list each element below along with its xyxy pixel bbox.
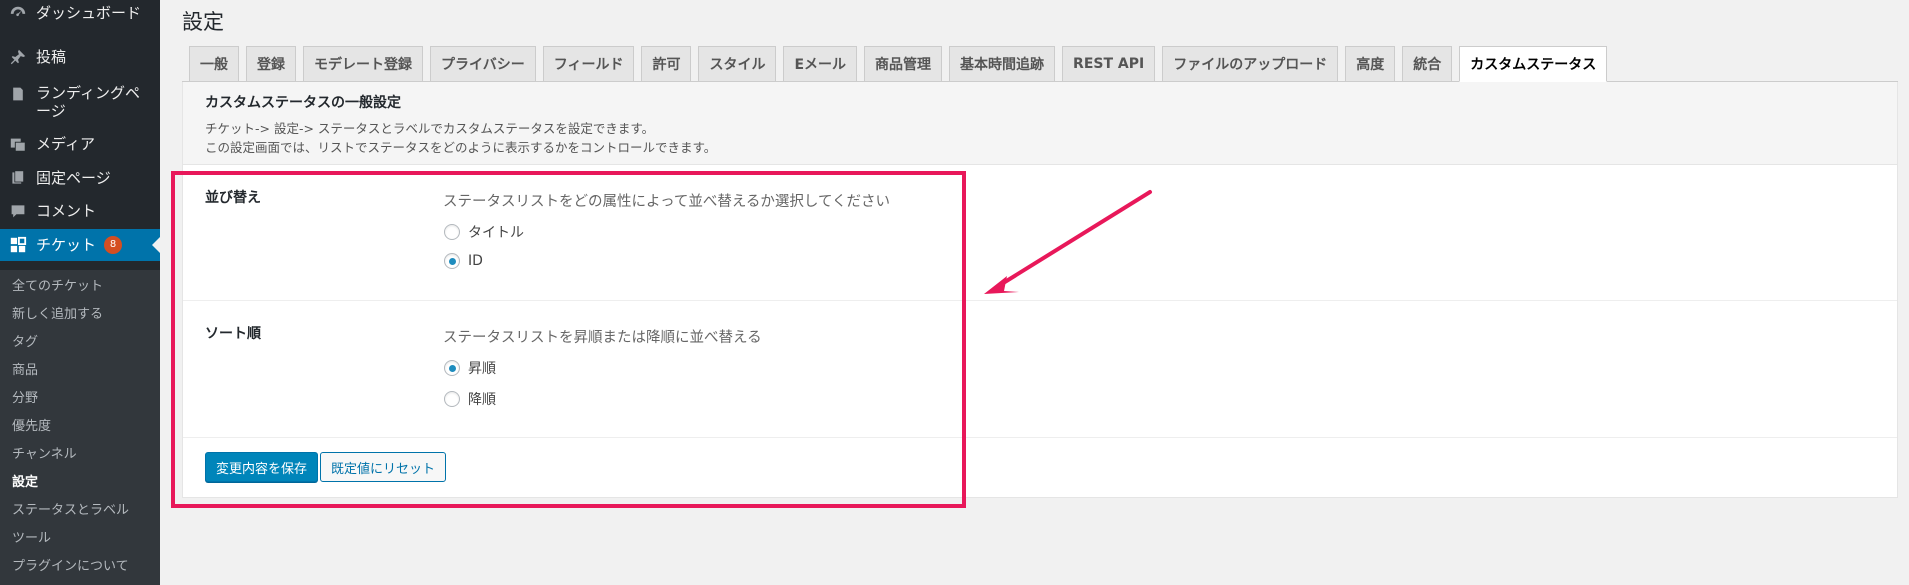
menu-item-posts[interactable]: 投稿	[0, 41, 160, 73]
submenu-all-tickets[interactable]: 全てのチケット	[12, 275, 103, 294]
radio-order-asc[interactable]: 昇順	[444, 358, 496, 378]
tickets-icon	[8, 235, 28, 255]
submenu-tags[interactable]: タグ	[12, 331, 38, 350]
tab-permissions[interactable]: 許可	[641, 46, 692, 81]
tab-registration[interactable]: 登録	[246, 46, 296, 81]
media-icon	[8, 134, 28, 154]
sort-by-description: ステータスリストをどの属性によって並べ替えるか選択してください	[443, 194, 891, 210]
submenu-products[interactable]: 商品	[12, 359, 38, 378]
dashboard-icon	[8, 3, 28, 23]
submenu-tools[interactable]: ツール	[12, 527, 51, 546]
section-title: カスタムステータスの一般設定	[205, 95, 401, 111]
menu-item-media[interactable]: メディア	[0, 128, 160, 160]
comment-icon	[8, 201, 28, 221]
sort-by-label: 並び替え	[205, 190, 261, 206]
radio-order-desc[interactable]: 降順	[444, 389, 496, 409]
tab-moderated-registration[interactable]: モデレート登録	[303, 46, 423, 81]
admin-sidebar: ダッシュボード 投稿 ランディングページ メディア 固定ページ コメント チケッ…	[0, 0, 160, 585]
tab-integration[interactable]: 統合	[1402, 46, 1453, 81]
section-header: カスタムステータスの一般設定 チケット-> 設定-> ステータスとラベルでカスタ…	[183, 82, 1897, 165]
submenu-add-new[interactable]: 新しく追加する	[12, 303, 103, 322]
row-divider	[183, 437, 1897, 438]
sort-order-label: ソート順	[205, 326, 261, 342]
tab-privacy[interactable]: プライバシー	[430, 46, 536, 81]
section-description-1: チケット-> 設定-> ステータスとラベルでカスタムステータスを設定できます。	[205, 121, 655, 136]
tab-product-management[interactable]: 商品管理	[864, 46, 943, 81]
menu-item-tickets[interactable]: チケット 8	[0, 229, 160, 261]
submenu-channels[interactable]: チャンネル	[12, 443, 77, 462]
tickets-submenu: 全てのチケット 新しく追加する タグ 商品 分野 優先度 チャンネル 設定 ステ…	[0, 270, 160, 585]
row-divider	[183, 300, 1897, 301]
radio-button[interactable]	[444, 391, 460, 407]
tab-style[interactable]: スタイル	[698, 46, 777, 81]
reset-defaults-button[interactable]: 既定値にリセット	[320, 452, 447, 482]
pin-icon	[8, 47, 28, 67]
sort-order-description: ステータスリストを昇順または降順に並べ替える	[443, 330, 762, 346]
submenu-settings[interactable]: 設定	[12, 471, 38, 490]
menu-item-landing-pages[interactable]: ランディングページ	[0, 84, 160, 122]
save-changes-button[interactable]: 変更内容を保存	[205, 452, 319, 482]
submenu-about[interactable]: プラグインについて	[12, 555, 129, 574]
menu-item-dashboard[interactable]: ダッシュボード	[0, 0, 160, 29]
tab-advanced[interactable]: 高度	[1345, 46, 1396, 81]
settings-tabs: 一般 登録 モデレート登録 プライバシー フィールド 許可 スタイル Eメール …	[189, 46, 1614, 82]
ticket-count-badge: 8	[104, 236, 123, 254]
tab-rest-api[interactable]: REST API	[1062, 46, 1156, 81]
page-icon	[8, 84, 28, 104]
submenu-status-labels[interactable]: ステータスとラベル	[12, 499, 129, 518]
tab-custom-status[interactable]: カスタムステータス	[1459, 46, 1608, 82]
submenu-priority[interactable]: 優先度	[12, 415, 51, 434]
submenu-departments[interactable]: 分野	[12, 387, 38, 406]
radio-button-checked[interactable]	[444, 360, 460, 376]
page-title: 設定	[182, 10, 224, 34]
section-description-2: この設定画面では、リストでステータスをどのように表示するかをコントロールできます…	[205, 140, 717, 155]
settings-panel: カスタムステータスの一般設定 チケット-> 設定-> ステータスとラベルでカスタ…	[182, 82, 1898, 498]
tab-fields[interactable]: フィールド	[542, 46, 635, 81]
tab-file-upload[interactable]: ファイルのアップロード	[1162, 46, 1339, 81]
menu-item-pages[interactable]: 固定ページ	[0, 162, 160, 194]
menu-item-comments[interactable]: コメント	[0, 195, 160, 227]
radio-button-checked[interactable]	[444, 253, 460, 269]
tab-time-tracking[interactable]: 基本時間追跡	[949, 46, 1056, 81]
radio-sort-title[interactable]: タイトル	[444, 222, 524, 242]
radio-button[interactable]	[444, 224, 460, 240]
current-menu-arrow	[152, 237, 160, 253]
pages-icon	[8, 168, 28, 188]
tab-email[interactable]: Eメール	[783, 46, 858, 81]
radio-sort-id[interactable]: ID	[444, 253, 483, 269]
tab-general[interactable]: 一般	[189, 46, 239, 81]
